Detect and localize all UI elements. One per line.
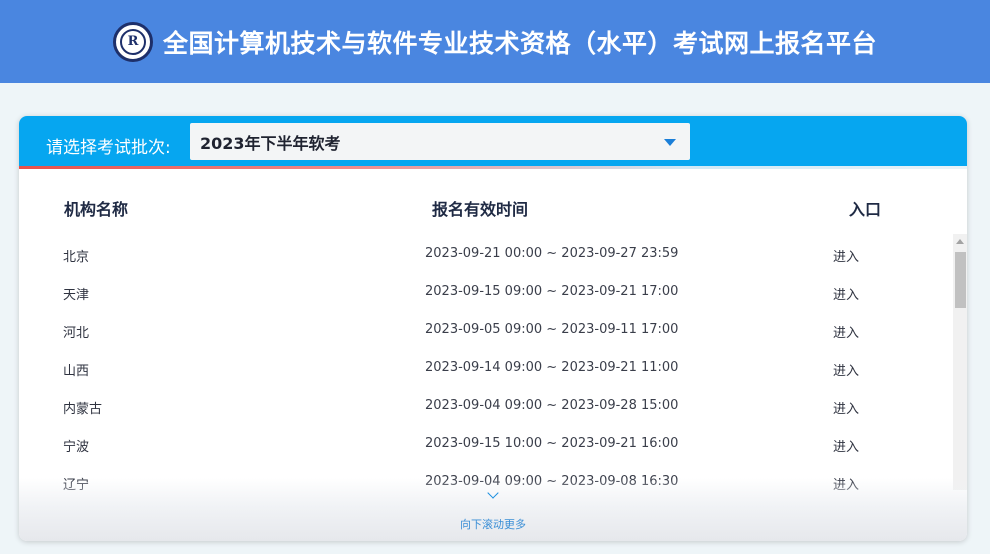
logo-emblem: R: [119, 28, 146, 55]
institution-name: 宁波: [63, 440, 90, 455]
table-row: 内蒙古 2023-09-04 09:00 ~ 2023-09-28 15:00 …: [19, 386, 953, 424]
batch-selector-bar: 请选择考试批次: 2023年下半年软考: [19, 116, 967, 168]
institution-name: 河北: [63, 326, 90, 341]
chevron-down-icon[interactable]: [487, 487, 499, 499]
scroll-more-hint[interactable]: 向下滚动更多: [19, 516, 967, 532]
enter-link[interactable]: 进入: [833, 398, 859, 417]
header-accent-line: [19, 166, 967, 169]
scrollbar-thumb[interactable]: [955, 252, 966, 308]
list-scrollbar[interactable]: [953, 234, 967, 490]
column-header-entry: 入口: [849, 200, 882, 219]
batch-label: 请选择考试批次:: [46, 138, 171, 158]
registration-time: 2023-09-15 09:00 ~ 2023-09-21 17:00: [425, 284, 679, 299]
scroll-more-area[interactable]: 向下滚动更多: [19, 486, 967, 536]
registration-time: 2023-09-05 09:00 ~ 2023-09-11 17:00: [425, 322, 679, 337]
table-row: 河北 2023-09-05 09:00 ~ 2023-09-11 17:00 进…: [19, 310, 953, 348]
batch-dropdown[interactable]: 2023年下半年软考: [190, 123, 690, 160]
dropdown-caret-icon[interactable]: [664, 139, 676, 146]
batch-selected-value: 2023年下半年软考: [200, 133, 341, 153]
institution-name: 山西: [63, 364, 90, 379]
enter-link[interactable]: 进入: [833, 360, 859, 379]
enter-link[interactable]: 进入: [833, 322, 859, 341]
institution-list[interactable]: 北京 2023-09-21 00:00 ~ 2023-09-27 23:59 进…: [19, 234, 953, 490]
site-title: 全国计算机技术与软件专业技术资格（水平）考试网上报名平台: [162, 28, 877, 58]
registration-time: 2023-09-04 09:00 ~ 2023-09-28 15:00: [425, 398, 679, 413]
enter-link[interactable]: 进入: [833, 284, 859, 303]
registration-time: 2023-09-14 09:00 ~ 2023-09-21 11:00: [425, 360, 679, 375]
column-header-time: 报名有效时间: [432, 200, 529, 219]
enter-link[interactable]: 进入: [833, 436, 859, 455]
registration-time: 2023-09-15 10:00 ~ 2023-09-21 16:00: [425, 436, 679, 451]
table-row: 山西 2023-09-14 09:00 ~ 2023-09-21 11:00 进…: [19, 348, 953, 386]
scroll-up-arrow-icon[interactable]: [956, 239, 964, 244]
column-header-institution: 机构名称: [64, 200, 129, 219]
institution-name: 内蒙古: [63, 402, 103, 417]
registration-time: 2023-09-21 00:00 ~ 2023-09-27 23:59: [425, 246, 679, 261]
table-row: 宁波 2023-09-15 10:00 ~ 2023-09-21 16:00 进…: [19, 424, 953, 462]
table-row: 天津 2023-09-15 09:00 ~ 2023-09-21 17:00 进…: [19, 272, 953, 310]
enter-link[interactable]: 进入: [833, 246, 859, 265]
exam-logo-icon: R: [112, 21, 153, 62]
table-row: 北京 2023-09-21 00:00 ~ 2023-09-27 23:59 进…: [19, 234, 953, 272]
institution-name: 北京: [63, 250, 90, 265]
registration-card: 请选择考试批次: 2023年下半年软考 机构名称 报名有效时间 入口 北京 20…: [19, 116, 967, 541]
top-banner: R 全国计算机技术与软件专业技术资格（水平）考试网上报名平台: [0, 0, 990, 83]
institution-name: 天津: [63, 288, 90, 303]
